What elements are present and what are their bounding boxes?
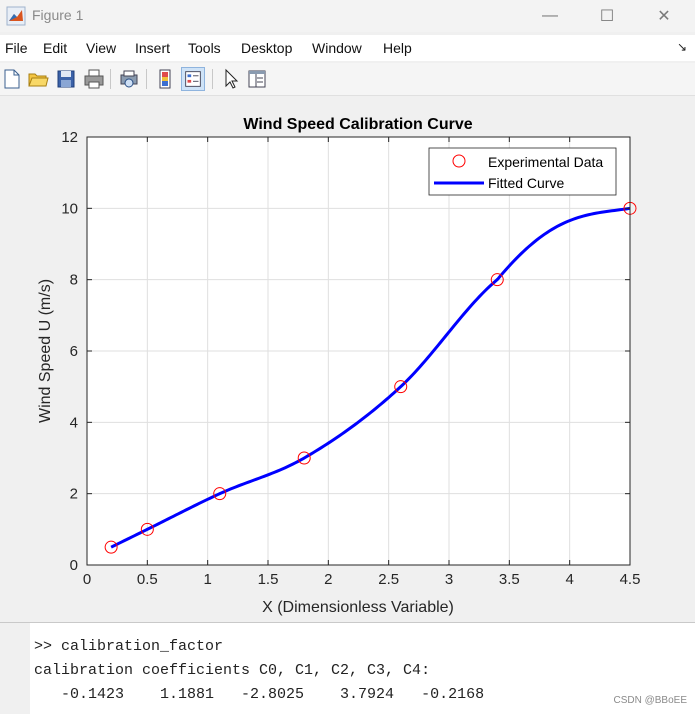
menu-desktop[interactable]: Desktop <box>241 40 292 56</box>
minimize-button[interactable]: — <box>527 0 573 32</box>
x-tick-label: 3.5 <box>499 571 520 588</box>
property-inspector-icon[interactable] <box>245 67 269 91</box>
close-button[interactable]: ✕ <box>641 0 687 32</box>
y-axis-label: Wind Speed U (m/s) <box>37 279 54 423</box>
print-icon[interactable] <box>82 67 106 91</box>
y-tick-label: 2 <box>70 486 78 503</box>
y-tick-label: 10 <box>61 200 78 217</box>
x-tick-label: 3 <box>445 571 453 588</box>
menu-help[interactable]: Help <box>383 40 412 56</box>
y-tick-label: 8 <box>70 272 78 289</box>
x-tick-label: 0.5 <box>137 571 158 588</box>
x-tick-label: 2 <box>324 571 332 588</box>
legend-label-fitted: Fitted Curve <box>488 175 564 191</box>
title-bar: Figure 1 — ☐ ✕ <box>0 0 695 32</box>
x-tick-label: 0 <box>83 571 91 588</box>
toolbar <box>0 63 695 96</box>
toolbar-separator <box>212 69 213 89</box>
matlab-icon <box>6 6 26 26</box>
toolbar-separator <box>146 69 147 89</box>
x-tick-label: 2.5 <box>378 571 399 588</box>
command-line-prompt: >> calibration_factor <box>34 638 224 655</box>
dock-arrow-icon[interactable]: ↘ <box>677 40 687 54</box>
menu-tools[interactable]: Tools <box>188 40 221 56</box>
command-window-gutter <box>0 623 30 714</box>
legend-label-experimental: Experimental Data <box>488 154 603 170</box>
command-window[interactable]: >> calibration_factor calibration coeffi… <box>0 623 695 714</box>
colorbar-icon[interactable] <box>153 67 177 91</box>
menu-view[interactable]: View <box>86 40 116 56</box>
legend-icon[interactable] <box>181 67 205 91</box>
window-title: Figure 1 <box>32 7 84 23</box>
legend[interactable]: Experimental Data Fitted Curve <box>428 147 617 196</box>
menu-window[interactable]: Window <box>312 40 362 56</box>
y-tick-label: 0 <box>70 557 78 574</box>
menu-insert[interactable]: Insert <box>135 40 170 56</box>
toolbar-separator <box>110 69 111 89</box>
x-tick-label: 1.5 <box>258 571 279 588</box>
plot-area[interactable]: 0 0.5 1 1.5 2 2.5 3 3.5 4 4.5 0 2 4 6 8 10 12 Wind Speed… <box>0 95 695 622</box>
menu-bar: File Edit View Insert Tools Desktop Wind… <box>0 35 695 61</box>
save-icon[interactable] <box>54 67 78 91</box>
x-axis-label: X (Dimensionless Variable) <box>262 599 454 616</box>
x-tick-label: 1 <box>203 571 211 588</box>
y-tick-label: 4 <box>70 414 78 431</box>
x-tick-label: 4 <box>565 571 573 588</box>
y-tick-label: 12 <box>61 129 78 146</box>
open-icon[interactable] <box>26 67 50 91</box>
menu-edit[interactable]: Edit <box>43 40 67 56</box>
chart-title: Wind Speed Calibration Curve <box>243 116 472 133</box>
figure-window: Figure 1 — ☐ ✕ File Edit View Insert Too… <box>0 0 695 623</box>
new-figure-icon[interactable] <box>0 67 24 91</box>
y-tick-label: 6 <box>70 343 78 360</box>
command-output-values: -0.1423 1.1881 -2.8025 3.7924 -0.2168 <box>34 686 485 703</box>
maximize-button[interactable]: ☐ <box>584 0 630 32</box>
menu-file[interactable]: File <box>5 40 28 56</box>
command-output-header: calibration coefficients C0, C1, C2, C3,… <box>34 662 431 679</box>
x-tick-label: 4.5 <box>620 571 641 588</box>
pointer-icon[interactable] <box>219 67 243 91</box>
watermark: CSDN @BBoEE <box>613 695 687 706</box>
print-preview-icon[interactable] <box>117 67 141 91</box>
